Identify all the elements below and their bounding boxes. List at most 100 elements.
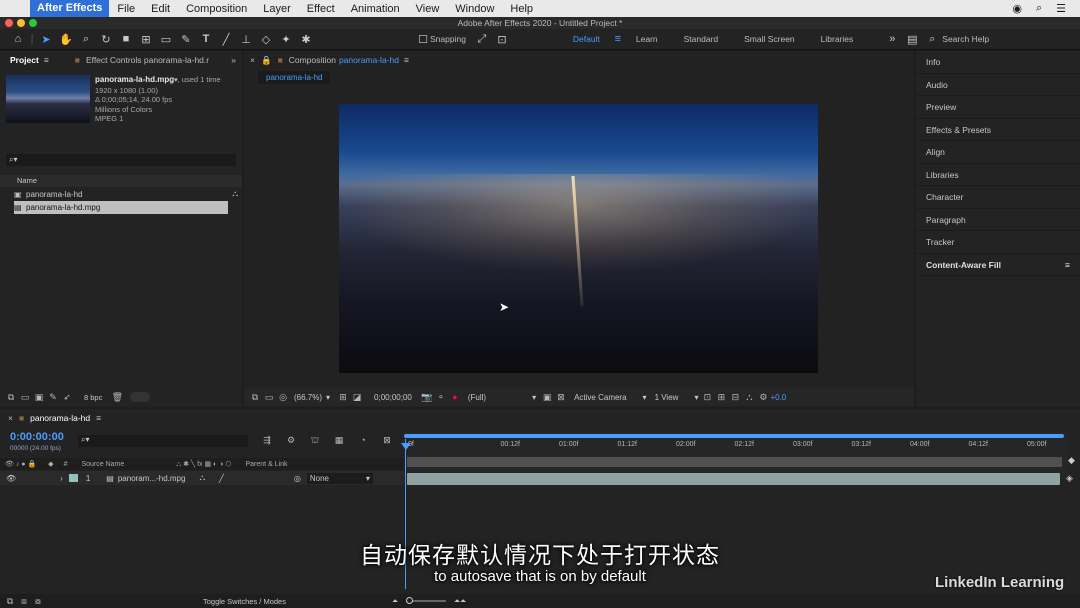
menu-view[interactable]: View [408,3,448,15]
flowchart-icon[interactable]: ⛬ [232,189,238,199]
composition-flow-tab[interactable]: panorama-la-hd [258,71,331,84]
pen-tool-icon[interactable]: ✎ [176,33,196,46]
parent-dropdown[interactable]: None ▾ [306,472,373,484]
workspace-libraries[interactable]: Libraries [808,34,867,44]
pan-behind-tool-icon[interactable]: ⊞ [136,33,156,46]
puppet-pin-tool-icon[interactable]: ✱ [296,33,316,46]
menu-layer[interactable]: Layer [255,3,299,15]
camera-tool-icon[interactable]: ■ [116,33,136,45]
tab-timeline[interactable]: panorama-la-hd [30,413,90,423]
video-visibility-icon[interactable]: 👁 [6,474,16,483]
zoom-level-dropdown[interactable]: (66.7%) [294,393,322,402]
expand-layer-switches-icon[interactable]: ⧉ [3,596,17,607]
type-tool-icon[interactable]: T [196,33,216,45]
snapping-checkbox[interactable]: ☐ [416,33,430,46]
spotlight-search-icon[interactable]: ⌕ [1036,2,1042,15]
camera-chevron-icon[interactable]: ▾ [643,393,647,402]
zoom-slider-thumb[interactable] [405,597,413,604]
search-help-input[interactable]: Search Help [942,34,989,44]
parent-pickwhip-icon[interactable]: ◎ [294,474,301,483]
timeline-link-icon[interactable]: ⊟ [728,392,742,403]
graph-editor-icon[interactable]: ⊠ [380,435,394,447]
workspace-menu-icon[interactable]: ≡ [613,33,623,45]
current-time-display[interactable]: 0;00;00;00 [374,393,412,402]
exposure-value[interactable]: +0.0 [770,393,786,402]
lock-icon[interactable]: 🔒 [261,55,272,66]
menu-help[interactable]: Help [502,3,541,15]
workspace-standard[interactable]: Standard [671,34,732,44]
vr-icon[interactable]: ◎ [276,392,290,403]
expand-in-out-icon[interactable]: ⧇ [31,596,45,607]
close-window-button[interactable] [5,19,13,27]
adjust-project-settings-icon[interactable]: ✎ [46,392,60,403]
playhead-handle-icon[interactable] [401,443,411,450]
flowchart-view-icon[interactable]: ⛬ [742,392,756,403]
mask-visibility-icon[interactable]: ◪ [350,392,364,403]
transparency-grid-icon[interactable]: ⊠ [554,392,568,403]
zoom-tool-icon[interactable]: ⌕ [76,33,96,46]
hand-tool-icon[interactable]: ✋ [56,33,76,46]
more-panels-icon[interactable]: » [231,55,236,65]
camera-view-dropdown[interactable]: Active Camera [574,393,626,402]
workspace-learn[interactable]: Learn [623,34,671,44]
draft-3d-icon[interactable]: ⚙ [284,435,298,447]
selection-tool-icon[interactable]: ➤ [36,33,56,46]
project-scroll-slider[interactable] [130,392,151,402]
timeline-current-time[interactable]: 0:00:00:00 [10,431,64,443]
timeline-zoom-slider[interactable] [405,597,446,604]
time-navigator-bar[interactable] [407,457,1062,467]
workspace-small-screen[interactable]: Small Screen [731,34,808,44]
home-icon[interactable]: ⌂ [8,33,28,45]
creative-cloud-icon[interactable]: ◉ [1012,2,1022,15]
exposure-reset-icon[interactable]: ⚙ [756,392,770,403]
toggle-switches-modes[interactable]: Toggle Switches / Modes [203,597,286,606]
resolution-chevron-icon[interactable]: ▾ [532,393,536,402]
brush-tool-icon[interactable]: ╱ [216,33,236,46]
motion-blur-icon[interactable]: ◔ [356,435,370,447]
panel-character[interactable]: Character [916,186,1080,209]
timeline-search-input[interactable]: ⌕▾ [78,435,248,447]
panel-tracker[interactable]: Tracker [916,231,1080,254]
time-ruler[interactable]: 0f 00:12f 01:00f 01:12f 02:00f 02:12f 03:00f 03… [404,433,1068,477]
panel-align[interactable]: Align [916,141,1080,164]
render-queue-icon[interactable]: ➶ [60,392,74,403]
menu-file[interactable]: File [109,3,143,15]
menu-window[interactable]: Window [447,3,502,15]
layer-row-1[interactable]: 👁 › 1 ▤ panoram...-hd.mpg ⛬ ╱ ◎ None ▾ [0,471,404,485]
zoom-window-button[interactable] [29,19,37,27]
layer-duration-bar[interactable] [407,473,1060,485]
snapshot-icon[interactable]: 📷 [420,392,434,403]
comp-end-marker-icon[interactable]: ◆ [1068,455,1075,466]
shy-layers-icon[interactable]: ⛫ [308,435,322,447]
column-source-name[interactable]: Source Name [81,461,124,468]
menu-composition[interactable]: Composition [178,3,255,15]
layer-name[interactable]: panoram...-hd.mpg [118,474,186,483]
interpret-footage-icon[interactable]: ⧉ [4,392,18,403]
roto-brush-tool-icon[interactable]: ✦ [276,33,296,46]
zoom-in-icon[interactable]: ⏶⏶ [454,596,466,606]
eraser-tool-icon[interactable]: ◇ [256,33,276,46]
zoom-out-icon[interactable]: ⏶ [392,596,398,606]
column-parent-link[interactable]: Parent & Link [246,461,288,468]
channel-icon[interactable]: ● [448,392,462,402]
panel-content-aware-fill[interactable]: Content-Aware Fill ≡ [916,254,1080,276]
clone-stamp-tool-icon[interactable]: ⊥ [236,33,256,46]
trash-icon[interactable]: 🗑 [110,392,124,403]
tab-project[interactable]: Project [10,55,39,65]
panel-menu-icon[interactable]: ≡ [44,55,49,65]
workspace-chat-icon[interactable]: ▤ [902,33,922,46]
always-preview-icon[interactable]: ⧉ [248,392,262,403]
project-search-input[interactable]: ⌕▾ [6,153,236,166]
more-workspaces-icon[interactable]: » [882,33,902,45]
panel-libraries[interactable]: Libraries [916,164,1080,186]
panel-menu-icon[interactable]: ≡ [96,413,101,423]
preview-monitor-icon[interactable]: ▭ [262,392,276,403]
column-number[interactable]: # [64,461,68,468]
search-icon[interactable]: ⌕ [922,33,942,46]
panel-menu-icon[interactable]: ≡ [404,55,409,65]
switches-columns-icons[interactable]: ⛬ ✱ ╲ fx ▦ ◐ ◑ ⬡ [176,460,231,469]
layer-quality-switch-icon[interactable]: ╱ [219,474,224,483]
panel-effects-presets[interactable]: Effects & Presets [916,119,1080,141]
layer-label-color[interactable] [68,474,78,482]
menu-effect[interactable]: Effect [299,3,343,15]
